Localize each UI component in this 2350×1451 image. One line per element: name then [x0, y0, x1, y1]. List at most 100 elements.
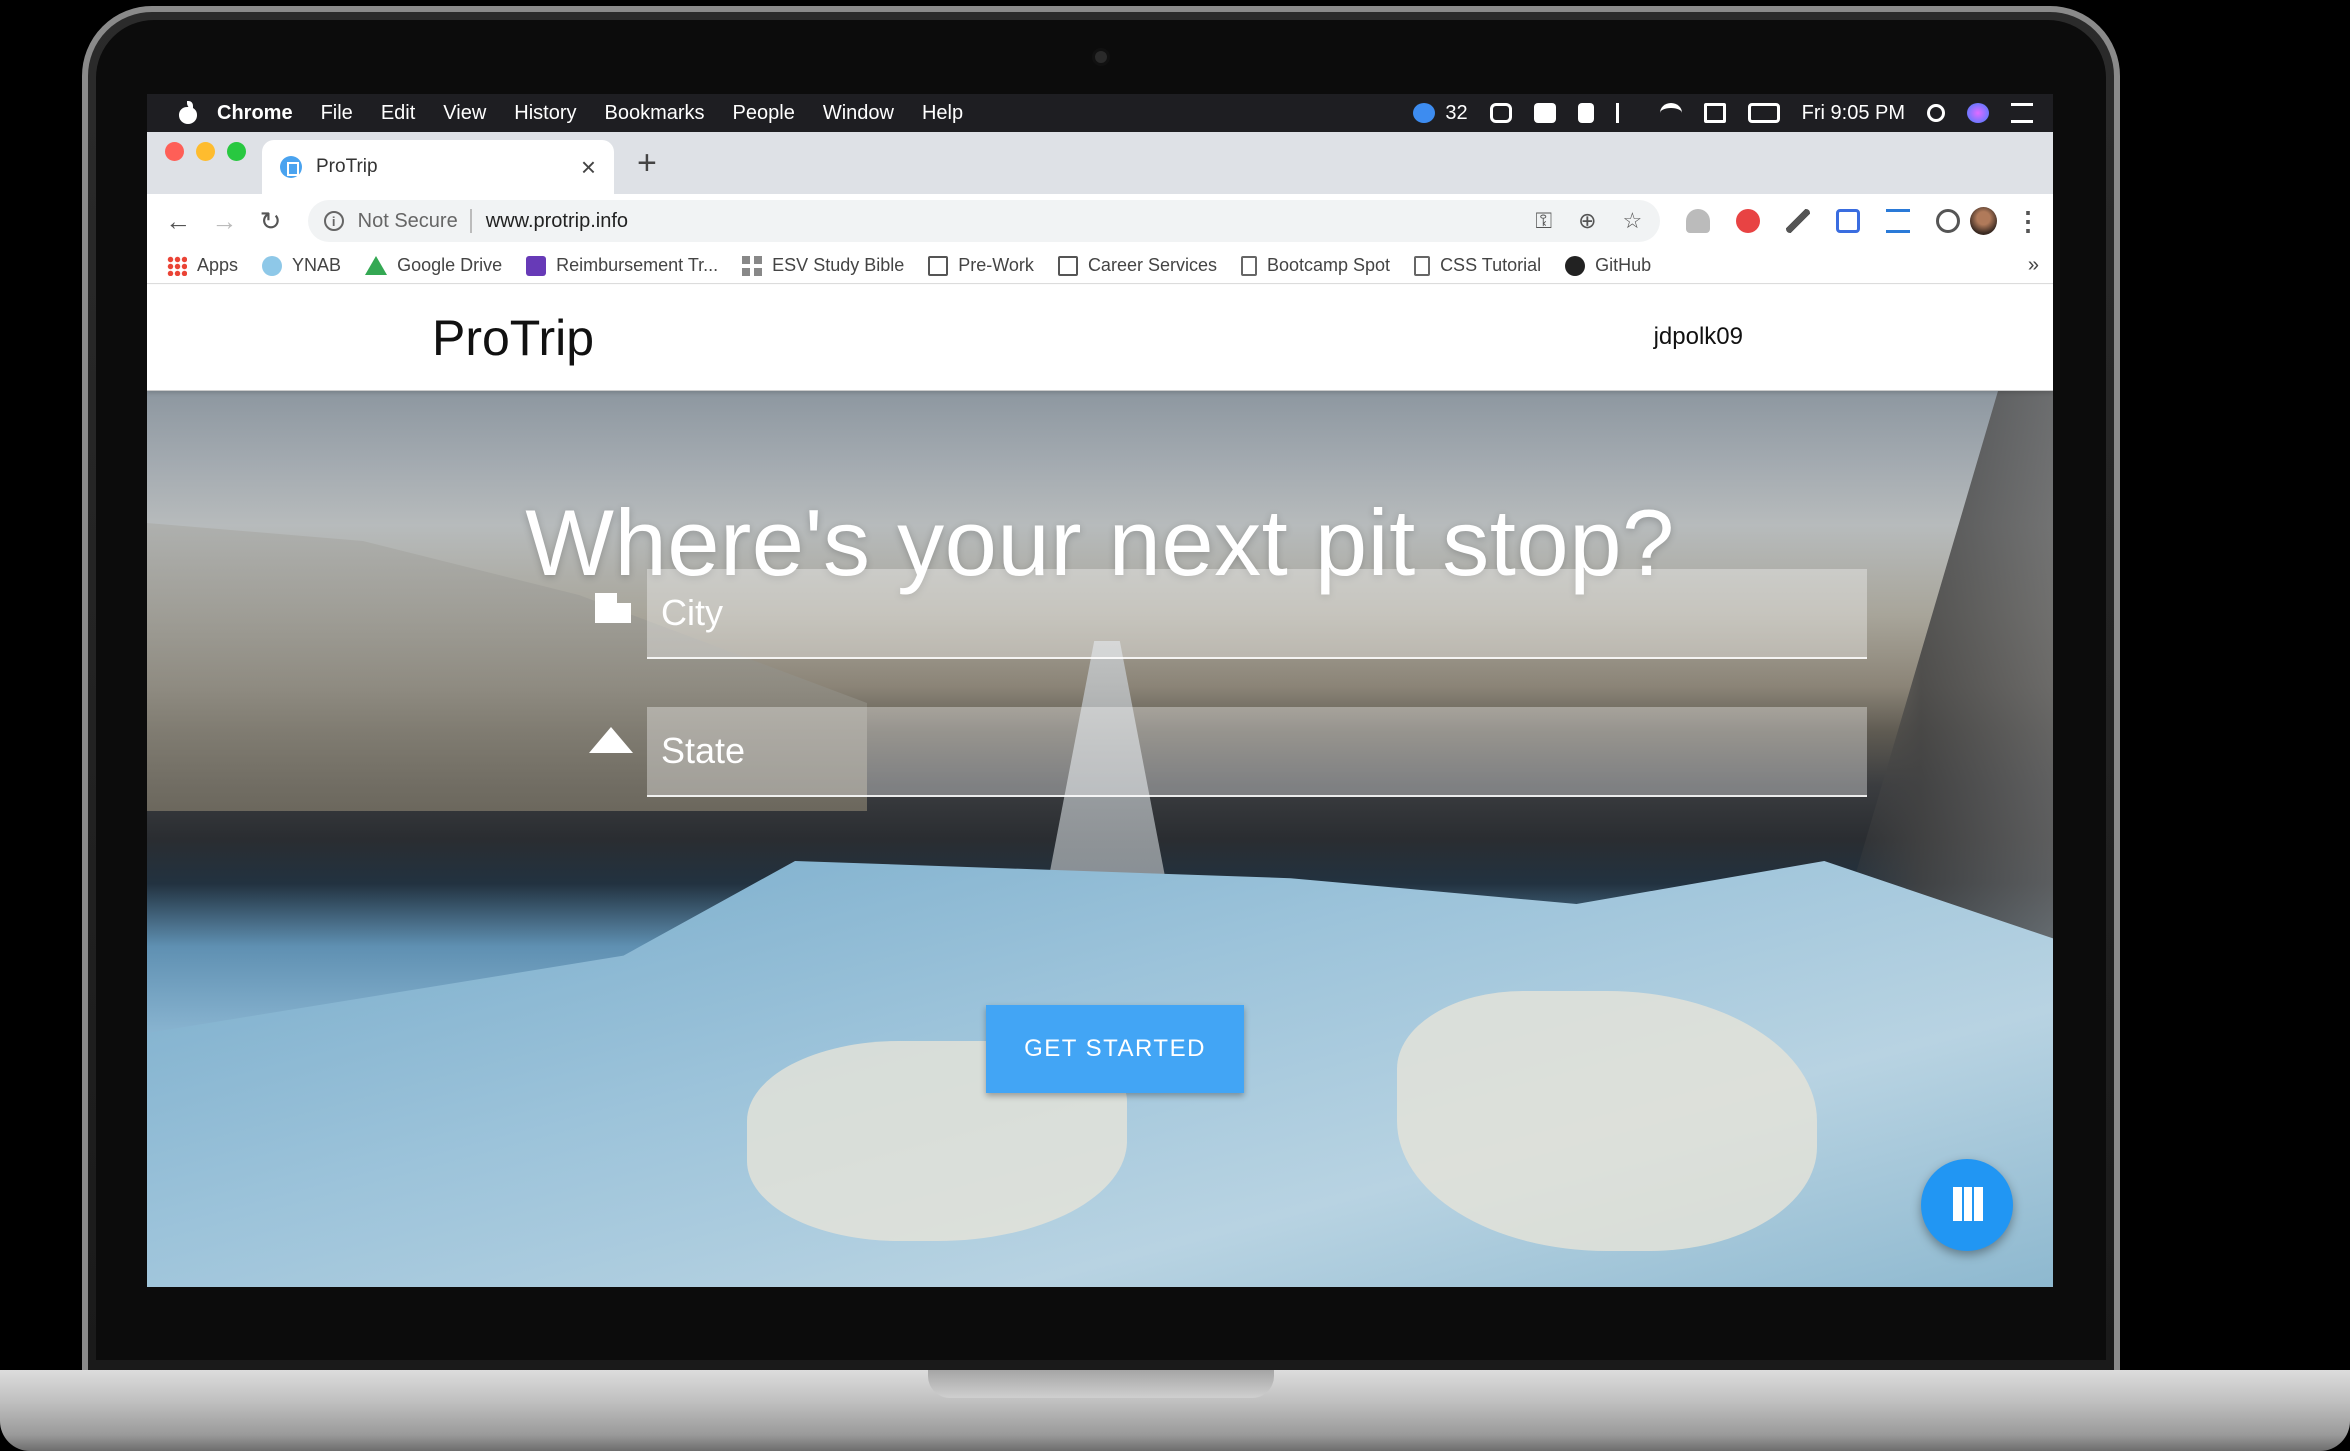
web-page: ProTrip jdpolk09 Where's your next pit s…: [147, 285, 2053, 1287]
screen-record-icon[interactable]: [1489, 103, 1512, 123]
menubar-clock[interactable]: Fri 9:05 PM: [1802, 102, 1905, 125]
bookmark-career-services[interactable]: Career Services: [1057, 255, 1217, 276]
bookmark-ynab[interactable]: YNAB: [262, 255, 341, 276]
security-label[interactable]: Not Secure: [358, 210, 458, 233]
bookmark-label: Apps: [197, 255, 239, 275]
bookmark-label: Reimbursement Tr...: [556, 255, 719, 275]
bookmark-label: YNAB: [292, 255, 342, 275]
tab-title: ProTrip: [316, 156, 378, 177]
reload-icon[interactable]: ↻: [251, 201, 289, 241]
document-icon: [1240, 255, 1257, 276]
mountain-icon: [589, 727, 633, 753]
red-extension-icon[interactable]: [1736, 209, 1761, 233]
ring-extension-icon[interactable]: [1936, 209, 1961, 233]
omnibox-actions: ⚿ ⊕ ☆: [1535, 200, 1642, 242]
close-window-button[interactable]: [165, 142, 184, 161]
menu-bookmarks[interactable]: Bookmarks: [605, 102, 705, 125]
key-icon[interactable]: ⚿: [1535, 208, 1552, 234]
back-arrow-icon[interactable]: ←: [159, 201, 197, 241]
github-icon: [1565, 255, 1586, 276]
apple-icon[interactable]: [177, 101, 199, 125]
bookmark-github[interactable]: GitHub: [1565, 255, 1651, 276]
airplay-icon[interactable]: [1703, 103, 1726, 123]
book-icon: [1057, 255, 1078, 276]
siri-icon[interactable]: [1967, 103, 1989, 123]
bookmark-icon[interactable]: [1577, 103, 1594, 123]
menu-history[interactable]: History: [514, 102, 576, 125]
bookmark-apps[interactable]: Apps: [167, 255, 238, 276]
close-tab-icon[interactable]: ×: [581, 152, 596, 183]
badge-count: 32: [1445, 101, 1468, 124]
evernote-icon[interactable]: [1533, 103, 1556, 123]
tab-protrip[interactable]: ProTrip ×: [262, 140, 614, 194]
forms-icon: [526, 255, 547, 276]
bluetooth-icon[interactable]: [1615, 103, 1638, 123]
city-input[interactable]: [647, 569, 1867, 659]
spotlight-icon[interactable]: [1927, 104, 1945, 122]
esv-icon: [742, 255, 763, 276]
url-text[interactable]: www.protrip.info: [486, 210, 628, 233]
city-icon: [589, 585, 635, 625]
forward-arrow-icon[interactable]: →: [205, 201, 243, 241]
battery-icon[interactable]: [1747, 103, 1780, 123]
bookmark-reimbursement[interactable]: Reimbursement Tr...: [526, 255, 718, 276]
bookmarks-overflow-icon[interactable]: »: [2028, 254, 2039, 277]
info-icon[interactable]: i: [323, 211, 344, 231]
bookmark-label: ESV Study Bible: [772, 255, 905, 275]
notification-center-icon[interactable]: [2011, 103, 2033, 123]
tab-bar: ProTrip × +: [147, 132, 2053, 194]
zoom-icon[interactable]: ⊕: [1578, 208, 1596, 234]
map-land-shape: [1397, 991, 1817, 1251]
browser-toolbar: ← → ↻ i Not Secure www.protrip.info ⚿ ⊕ …: [147, 194, 2053, 248]
address-bar[interactable]: i Not Secure www.protrip.info ⚿ ⊕ ☆: [307, 200, 1661, 242]
maximize-window-button[interactable]: [227, 142, 246, 161]
profile-avatar[interactable]: [1970, 207, 1997, 235]
google-drive-icon: [365, 256, 388, 275]
bookmarks-bar: Apps YNAB Google Drive Reimbursement Tr.…: [147, 248, 2053, 284]
state-input[interactable]: [647, 707, 1867, 797]
bookmark-label: Bootcamp Spot: [1266, 255, 1391, 275]
arrows-extension-icon[interactable]: [1886, 209, 1911, 233]
status-badge[interactable]: 32: [1413, 101, 1468, 125]
notification-icon: [1413, 103, 1436, 123]
bookmark-bootcamp-spot[interactable]: Bootcamp Spot: [1240, 255, 1391, 276]
screen: Chrome File Edit View History Bookmarks …: [147, 94, 2053, 1287]
city-field-row: [437, 569, 1867, 659]
macos-menubar: Chrome File Edit View History Bookmarks …: [147, 94, 2053, 132]
menu-people[interactable]: People: [733, 102, 795, 125]
bookmark-css-tutorial[interactable]: CSS Tutorial: [1414, 255, 1541, 276]
menu-help[interactable]: Help: [922, 102, 963, 125]
star-icon[interactable]: ☆: [1623, 208, 1643, 234]
apps-grid-icon: [167, 255, 187, 276]
menu-file[interactable]: File: [321, 102, 353, 125]
hero-section: Where's your next pit stop? GET STARTED: [147, 391, 2053, 1287]
menu-edit[interactable]: Edit: [381, 102, 415, 125]
document-icon: [1414, 255, 1431, 276]
menu-app-name[interactable]: Chrome: [217, 102, 293, 125]
bookmark-google-drive[interactable]: Google Drive: [365, 255, 502, 276]
get-started-button[interactable]: GET STARTED: [986, 1005, 1244, 1093]
menu-window[interactable]: Window: [823, 102, 894, 125]
cloud-extension-icon[interactable]: [1686, 209, 1711, 233]
username-link[interactable]: jdpolk09: [1654, 323, 1743, 351]
bookmark-label: Pre-Work: [958, 255, 1034, 275]
bookmark-label: CSS Tutorial: [1440, 255, 1542, 275]
minimize-window-button[interactable]: [196, 142, 215, 161]
extensions-area: [1686, 209, 1961, 233]
eyedropper-extension-icon[interactable]: [1786, 209, 1811, 233]
bookmark-pre-work[interactable]: Pre-Work: [928, 255, 1034, 276]
kebab-menu-icon[interactable]: ⋮: [2015, 206, 2041, 237]
map-fab-button[interactable]: [1921, 1159, 2013, 1251]
menu-view[interactable]: View: [443, 102, 486, 125]
map-icon: [1953, 1187, 1983, 1221]
ynab-icon: [262, 255, 283, 276]
window-controls: [165, 142, 246, 161]
menubar-status-area: 32 Fri 9:05 PM: [1413, 94, 2033, 132]
wifi-icon[interactable]: [1659, 103, 1682, 123]
site-brand[interactable]: ProTrip: [432, 309, 594, 367]
bookmark-esv[interactable]: ESV Study Bible: [742, 255, 904, 276]
grid-extension-icon[interactable]: [1836, 209, 1861, 233]
omnibox-divider: [469, 209, 472, 233]
new-tab-icon[interactable]: +: [637, 146, 657, 180]
bookmark-label: Career Services: [1087, 255, 1217, 275]
